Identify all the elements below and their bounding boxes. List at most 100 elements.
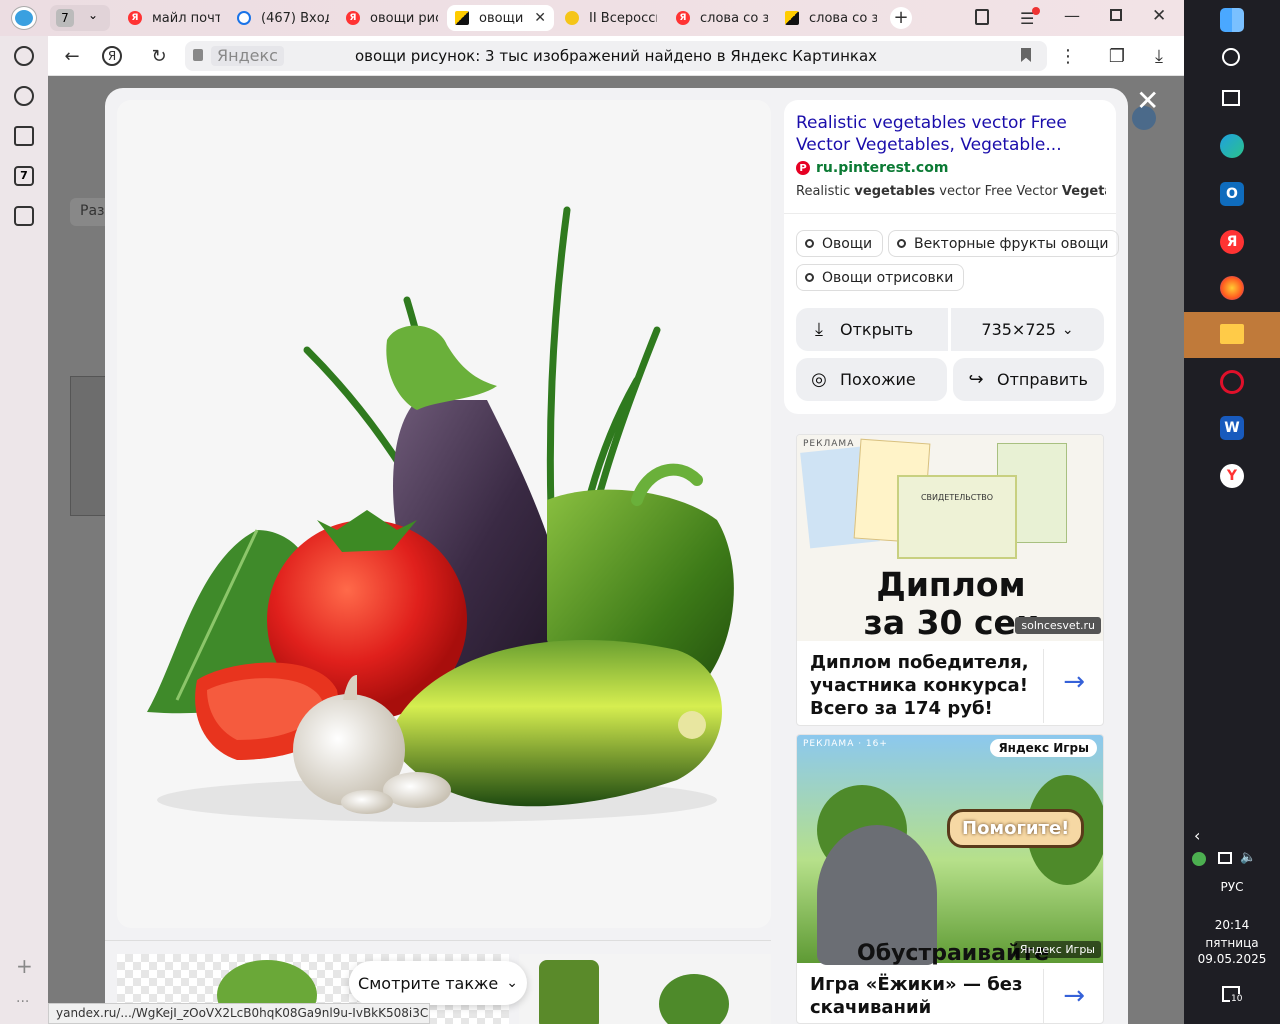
minimize-icon[interactable]: — bbox=[1064, 6, 1080, 25]
language-indicator[interactable]: РУС bbox=[1184, 880, 1280, 894]
share-icon: ↪ bbox=[968, 369, 984, 390]
tab-mail[interactable]: Я майл почта bbox=[128, 5, 220, 31]
yandex-icon: Я bbox=[676, 11, 690, 25]
tab-vegetables-search[interactable]: Я овощи рисуно bbox=[346, 5, 438, 31]
vegetables-image bbox=[539, 960, 599, 1024]
clock-date: 09.05.2025 bbox=[1197, 952, 1267, 966]
open-image-button[interactable]: ⤓ Открыть bbox=[796, 308, 948, 351]
thumbnail-image[interactable] bbox=[519, 954, 771, 1024]
more-icon[interactable]: ··· bbox=[16, 994, 29, 1010]
broccoli-image bbox=[659, 974, 729, 1024]
related-query-chip[interactable]: Овощи отрисовки bbox=[796, 264, 965, 291]
search-icon bbox=[897, 239, 906, 248]
tab-inbox[interactable]: (467) Входя bbox=[237, 5, 329, 31]
desc-highlight: Vegeta... bbox=[1061, 184, 1106, 199]
chevron-down-icon: ⌄ bbox=[1061, 321, 1074, 338]
ad-banner: РЕКЛАМА · 16+ Яндекс Игры Помогите! Обус… bbox=[797, 735, 1103, 966]
close-window-icon[interactable]: ✕ bbox=[1152, 6, 1166, 26]
tray-app-icon[interactable] bbox=[1192, 852, 1206, 866]
speech-bubble: Помогите! bbox=[947, 809, 1085, 848]
restore-icon[interactable] bbox=[1110, 9, 1122, 21]
see-also-button[interactable]: Смотрите также ⌄ bbox=[349, 961, 527, 1005]
tab-vegetables-images[interactable]: овощи р ✕ bbox=[447, 5, 554, 31]
arrow-right-icon[interactable]: → bbox=[1063, 981, 1085, 1011]
task-view-icon[interactable] bbox=[1222, 90, 1240, 106]
reload-button[interactable]: ↻ bbox=[145, 42, 173, 70]
collections-icon[interactable] bbox=[14, 126, 34, 146]
notification-count: 10 bbox=[1230, 994, 1244, 1004]
tab-olympiad[interactable]: II Всеросси bbox=[565, 5, 657, 31]
volume-icon[interactable]: 🔈 bbox=[1240, 850, 1256, 865]
tray-expand-icon[interactable]: ‹ bbox=[1194, 826, 1200, 845]
tab-words[interactable]: Я слова со зв bbox=[676, 5, 768, 31]
similar-images-button[interactable]: ◎ Похожие bbox=[796, 358, 947, 401]
tab-words-images[interactable]: слова со зв bbox=[785, 5, 877, 31]
screen: { "tabs": [ {"label": "7", "icon": "work… bbox=[0, 0, 1280, 1024]
network-icon[interactable] bbox=[1218, 852, 1232, 864]
ad-domain-badge: solncesvet.ru bbox=[1015, 617, 1101, 634]
outlook-icon[interactable]: O bbox=[1220, 182, 1244, 206]
ad-text: Диплом победителя, участника конкурса! В… bbox=[810, 652, 1029, 719]
collections-button-icon[interactable]: ❐ bbox=[1103, 42, 1131, 70]
desc-text: Realistic bbox=[796, 184, 855, 199]
more-vertical-icon[interactable]: ⋮ bbox=[1054, 42, 1082, 70]
ad-card-game[interactable]: РЕКЛАМА · 16+ Яндекс Игры Помогите! Обус… bbox=[796, 734, 1104, 1024]
divider bbox=[784, 213, 1116, 214]
yandex-icon bbox=[565, 11, 579, 25]
tab-label: майл почта bbox=[152, 10, 220, 26]
yandex-games-badge: Яндекс Игры bbox=[990, 739, 1097, 757]
desc-highlight: vegetables bbox=[854, 184, 936, 199]
menu-icon[interactable]: ☰ bbox=[1020, 7, 1040, 28]
word-icon[interactable]: W bbox=[1220, 416, 1244, 440]
screenshot-icon[interactable] bbox=[14, 206, 34, 226]
chevron-down-icon: ⌄ bbox=[88, 8, 99, 22]
play-icon[interactable] bbox=[14, 86, 34, 106]
related-query-chip[interactable]: Овощи bbox=[796, 230, 884, 257]
backdrop-thumbnail bbox=[70, 376, 106, 516]
yandex-images-icon bbox=[785, 11, 799, 25]
page-title: овощи рисунок: 3 тыс изображений найдено… bbox=[354, 47, 878, 65]
download-icon[interactable]: ⤓ bbox=[1145, 42, 1173, 70]
size-label: 735×725 bbox=[981, 320, 1056, 339]
divider bbox=[1043, 649, 1044, 723]
search-icon[interactable] bbox=[1222, 48, 1240, 66]
button-label: Отправить bbox=[997, 370, 1088, 389]
close-tab-icon[interactable]: ✕ bbox=[534, 10, 546, 26]
edge-icon[interactable] bbox=[1220, 134, 1244, 158]
result-title-link[interactable]: Realistic vegetables vector Free Vector … bbox=[796, 112, 1096, 156]
result-description: Realistic vegetables vector Free Vector … bbox=[796, 184, 1106, 199]
related-query-chip[interactable]: Векторные фрукты овощи bbox=[888, 230, 1120, 257]
firefox-icon[interactable] bbox=[1220, 276, 1244, 300]
browser-logo-icon[interactable] bbox=[12, 7, 36, 29]
workspace-switch[interactable]: 7 ⌄ bbox=[50, 5, 110, 31]
yandex-home-icon[interactable]: Я bbox=[102, 46, 122, 66]
main-image[interactable] bbox=[117, 100, 771, 928]
tab-label: слова со зв bbox=[700, 10, 768, 26]
tab-count-icon[interactable]: 7 bbox=[14, 166, 34, 186]
back-button[interactable]: ← bbox=[58, 42, 86, 70]
ad-banner: СВИДЕТЕЛЬСТВО Диплом за 30 сек solncesve… bbox=[797, 435, 1103, 642]
arrow-right-icon[interactable]: → bbox=[1063, 667, 1085, 697]
button-label: Смотрите также bbox=[358, 973, 499, 993]
source-domain: ru.pinterest.com bbox=[816, 160, 949, 176]
yandex-app-icon[interactable]: Y bbox=[1220, 464, 1244, 488]
clock-time[interactable]: 20:14 bbox=[1184, 918, 1280, 932]
camera-search-icon: ◎ bbox=[811, 369, 827, 390]
add-panel-icon[interactable]: + bbox=[16, 954, 33, 978]
share-button[interactable]: ↪ Отправить bbox=[953, 358, 1104, 401]
new-tab-button[interactable]: + bbox=[890, 7, 912, 29]
taskbar-item-active[interactable] bbox=[1184, 312, 1280, 358]
windows-taskbar: O Я W Y ‹ 🔈 РУС 20:14 пятница 09.05.2025… bbox=[1184, 0, 1280, 1024]
windows-start-icon[interactable] bbox=[1220, 8, 1244, 32]
history-icon[interactable] bbox=[14, 46, 34, 66]
opera-icon[interactable] bbox=[1220, 370, 1244, 394]
close-viewer-icon[interactable]: ✕ bbox=[1136, 84, 1159, 117]
bookmarks-panel-icon[interactable] bbox=[975, 9, 989, 25]
ad-card-diploma[interactable]: РЕКЛАМА СВИДЕТЕЛЬСТВО Диплом за 30 сек s… bbox=[796, 434, 1104, 726]
workspace-count: 7 bbox=[56, 9, 74, 27]
yandex-browser-icon[interactable]: Я bbox=[1220, 230, 1244, 254]
result-source[interactable]: P ru.pinterest.com bbox=[796, 160, 948, 176]
address-bar[interactable]: Яндекс овощи рисунок: 3 тыс изображений … bbox=[185, 41, 1047, 71]
notifications-icon[interactable]: 10 bbox=[1222, 986, 1244, 1004]
image-size-dropdown[interactable]: 735×725 ⌄ bbox=[951, 308, 1104, 351]
